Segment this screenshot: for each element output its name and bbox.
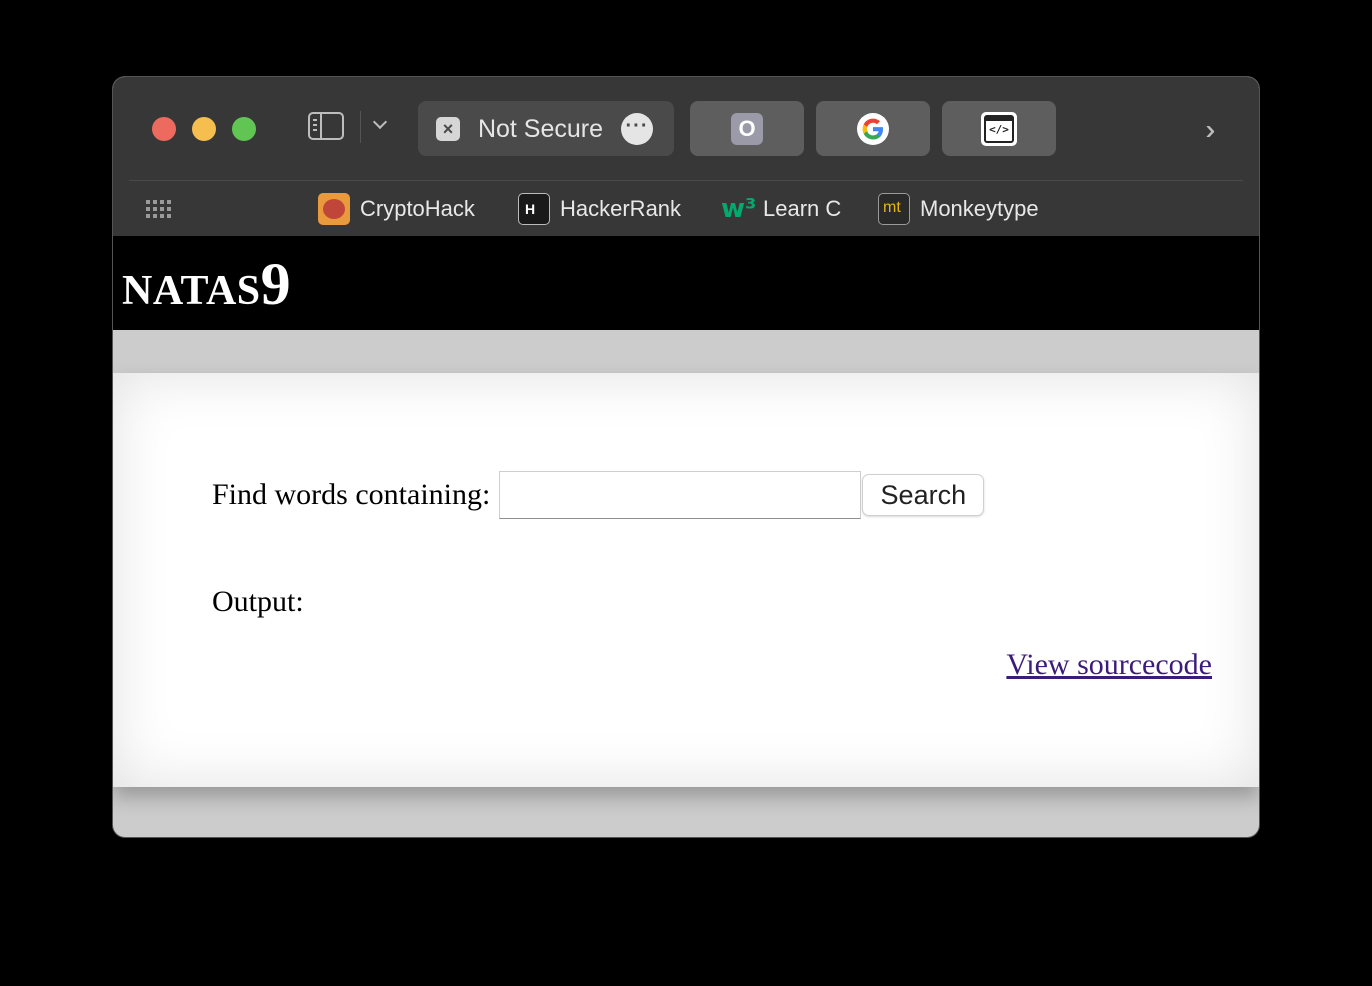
bookmark-cryptohack[interactable]: CryptoHack xyxy=(318,193,475,225)
view-sourcecode-link[interactable]: View sourcecode xyxy=(1006,648,1212,682)
sidebar-toggle-icon[interactable] xyxy=(308,112,344,140)
code-window-icon: </> xyxy=(981,112,1017,146)
pinned-tab-1[interactable]: O xyxy=(690,101,804,156)
google-icon xyxy=(857,113,889,145)
content-panel: Find words containing: Search Output: Vi… xyxy=(113,373,1259,787)
output-label: Output: xyxy=(212,585,304,618)
w3schools-icon: w³ xyxy=(721,194,757,224)
brain-icon xyxy=(318,193,350,225)
zoom-window-button[interactable] xyxy=(232,117,256,141)
page-header: NATAS9 xyxy=(113,236,1259,330)
pinned-tab-code[interactable]: </> xyxy=(942,101,1056,156)
bookmark-monkeytype[interactable]: mt Monkeytype xyxy=(878,193,1039,225)
more-options-icon[interactable]: ··· xyxy=(621,113,653,145)
search-form: Find words containing: Search xyxy=(212,471,985,519)
page-title-text: NATAS xyxy=(122,268,261,314)
close-window-button[interactable] xyxy=(152,117,176,141)
search-label: Find words containing: xyxy=(212,478,491,511)
monkeytype-icon: mt xyxy=(878,193,910,225)
minimize-window-button[interactable] xyxy=(192,117,216,141)
chevron-down-icon[interactable] xyxy=(372,114,388,130)
bookmark-label: HackerRank xyxy=(560,196,682,221)
tab-active[interactable]: × Not Secure ··· xyxy=(418,101,674,156)
pinned-tab-google[interactable] xyxy=(816,101,930,156)
close-icon[interactable]: × xyxy=(436,117,460,141)
bookmark-label: CryptoHack xyxy=(360,196,475,221)
page-title-number: 9 xyxy=(260,251,292,317)
title-bar: × Not Secure ··· O </> ›› xyxy=(113,77,1259,181)
bookmarks-bar: CryptoHack H HackerRank w³ Learn C mt Mo… xyxy=(113,181,1259,236)
bookmark-label: Monkeytype xyxy=(920,196,1039,221)
bookmark-label: Learn C xyxy=(763,196,842,221)
tab-title: Not Secure xyxy=(477,115,603,143)
o-letter-icon: O xyxy=(731,113,763,145)
search-button[interactable]: Search xyxy=(862,474,985,516)
search-input[interactable] xyxy=(499,471,862,519)
browser-window: × Not Secure ··· O </> ›› xyxy=(113,77,1259,837)
bookmark-learn-c[interactable]: w³ Learn C xyxy=(721,193,841,225)
hackerrank-icon: H xyxy=(518,193,550,225)
bookmark-hackerrank[interactable]: H HackerRank xyxy=(518,193,681,225)
page-title: NATAS9 xyxy=(122,250,291,319)
grid-icon[interactable] xyxy=(146,200,171,218)
toolbar-divider xyxy=(360,111,361,143)
